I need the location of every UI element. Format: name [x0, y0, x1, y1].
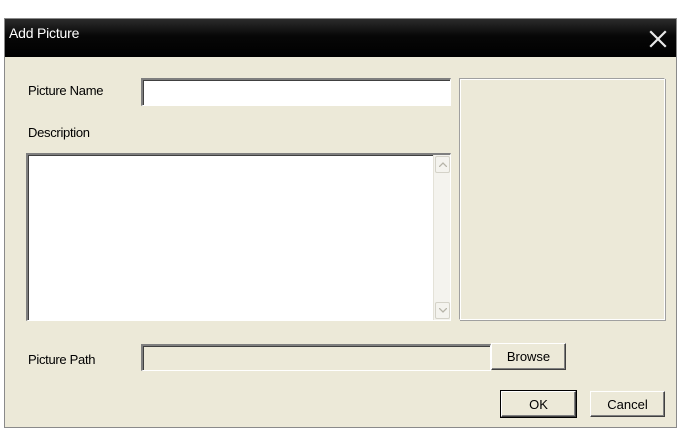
cancel-button[interactable]: Cancel	[590, 391, 665, 417]
picture-name-label: Picture Name	[28, 83, 104, 98]
add-picture-dialog: Add Picture Picture Name Description Pic…	[4, 18, 677, 428]
chevron-down-icon	[439, 308, 447, 313]
ok-button[interactable]: OK	[500, 390, 577, 418]
picture-path-label: Picture Path	[28, 352, 96, 367]
description-scrollbar[interactable]	[433, 155, 450, 320]
window-title: Add Picture	[9, 25, 80, 41]
title-bar[interactable]: Add Picture	[5, 19, 676, 57]
close-icon[interactable]	[648, 29, 668, 49]
description-textarea[interactable]	[28, 155, 428, 320]
picture-name-field[interactable]	[141, 78, 451, 106]
scroll-down-button[interactable]	[435, 302, 450, 319]
scroll-up-button[interactable]	[435, 156, 450, 173]
chevron-up-icon	[439, 162, 447, 167]
description-field[interactable]	[26, 153, 451, 321]
picture-preview	[459, 78, 665, 320]
browse-button[interactable]: Browse	[491, 343, 566, 370]
picture-path-field	[141, 344, 491, 371]
description-label: Description	[28, 125, 90, 140]
picture-path-input	[143, 346, 490, 370]
picture-name-input[interactable]	[143, 80, 450, 105]
